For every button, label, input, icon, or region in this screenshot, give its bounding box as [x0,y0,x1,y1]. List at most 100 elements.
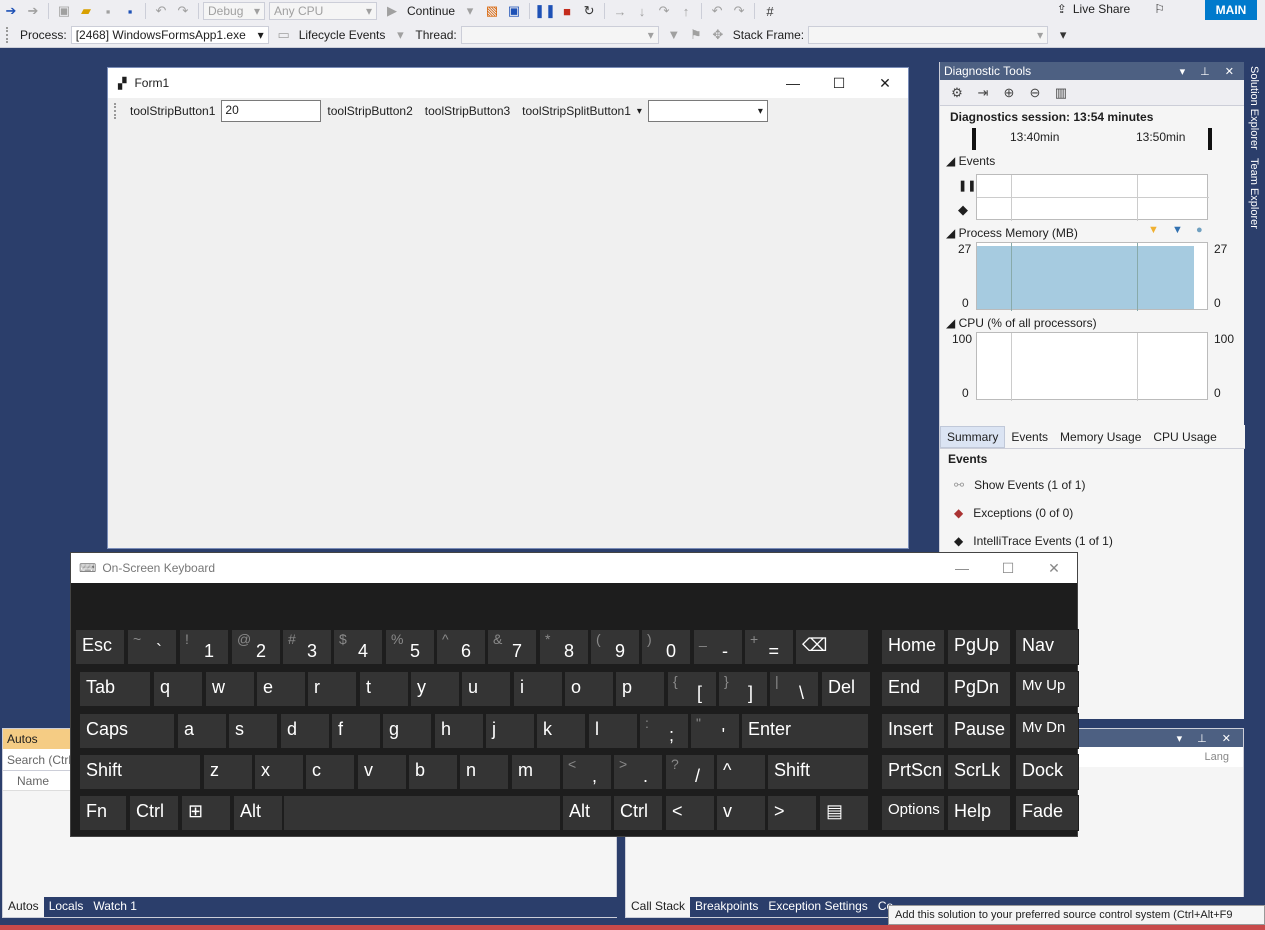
tab-team-explorer[interactable]: Team Explorer [1246,154,1262,233]
timeline-start-marker[interactable] [972,128,976,150]
main-badge[interactable]: MAIN [1205,0,1257,20]
events-track[interactable] [976,174,1209,221]
key->.[interactable]: >. [613,754,663,790]
overflow-icon[interactable]: ▾ [1054,26,1072,44]
key-q[interactable]: q [153,671,203,707]
key-&7[interactable]: & 7 [487,629,537,665]
toolstrip-combobox[interactable]: ▾ [647,100,768,122]
key-i[interactable]: i [513,671,563,707]
key-ctrl[interactable]: Ctrl [129,795,179,831]
key-▤[interactable]: ▤ [819,795,869,831]
key-~`[interactable]: ~ ` [127,629,177,665]
zoom-out-icon[interactable]: ⊖ [1024,83,1046,103]
stack-frame-dropdown[interactable]: ▾ [808,25,1049,44]
close-icon[interactable]: ✕ [1031,560,1077,577]
stop-icon[interactable]: ■ [558,2,576,20]
key-mv-dn[interactable]: Mv Dn [1015,713,1079,749]
events-section-header[interactable]: ◢ Events [940,150,1244,168]
key-o[interactable]: o [564,671,614,707]
key-%5[interactable]: % 5 [385,629,435,665]
key-@2[interactable]: @2 [231,629,281,665]
tab-solution-explorer[interactable]: Solution Explorer [1246,62,1262,154]
gear-icon[interactable]: ⚙ [946,83,968,103]
key-a[interactable]: a [177,713,227,749]
undo-icon[interactable]: ↶ [708,2,726,20]
chart-icon[interactable]: ▥ [1050,83,1072,103]
key-help[interactable]: Help [947,795,1011,831]
save-icon[interactable]: ▪ [99,2,117,20]
toolstrip-textbox[interactable]: 20 [221,100,322,122]
key-d[interactable]: d [280,713,330,749]
timeline-ruler[interactable]: 13:40min 13:50min [950,128,1234,150]
intellitrace-events-link[interactable]: ◆ IntelliTrace Events (1 of 1) [954,534,1113,548]
key-g[interactable]: g [382,713,432,749]
key-fn[interactable]: Fn [79,795,127,831]
back-icon[interactable]: ➔ [2,2,20,20]
key-h[interactable]: h [434,713,484,749]
process-dropdown[interactable]: [2468] WindowsFormsApp1.exe ▾ [70,25,269,44]
key-{[[interactable]: {[ [667,671,717,707]
open-folder-icon[interactable]: ▰ [77,2,95,20]
key-+=[interactable]: + = [744,629,794,665]
key-esc[interactable]: Esc [75,629,125,665]
new-project-icon[interactable]: ▣ [55,2,73,20]
key-z[interactable]: z [203,754,253,790]
minimize-icon[interactable]: — [770,75,816,92]
key-dock[interactable]: Dock [1015,754,1079,790]
key-s[interactable]: s [228,713,278,749]
key-n[interactable]: n [459,754,509,790]
toolstrip-button-1[interactable]: toolStripButton1 [124,104,221,118]
key-t[interactable]: t [359,671,409,707]
maximize-icon[interactable]: ☐ [985,560,1031,577]
feedback-icon[interactable]: ⚐ [1154,2,1165,16]
step-out-icon[interactable]: ↑ [677,2,695,20]
key-j[interactable]: j [485,713,535,749]
key-}][interactable]: }] [718,671,768,707]
key-p[interactable]: p [615,671,665,707]
key-caps[interactable]: Caps [79,713,175,749]
key-del[interactable]: Del [821,671,871,707]
key-:;[interactable]: :; [639,713,689,749]
tab-cpu-usage[interactable]: CPU Usage [1147,427,1222,447]
key->[interactable]: > [767,795,817,831]
tab-call-stack[interactable]: Call Stack [626,897,691,917]
screenshot-icon[interactable]: ▣ [505,2,523,20]
step-into-icon[interactable]: ↓ [633,2,651,20]
pause-icon[interactable]: ❚❚ [534,2,556,20]
key-⊞[interactable]: ⊞ [181,795,231,831]
maximize-icon[interactable]: ☐ [816,75,862,92]
memory-section-header[interactable]: ◢ Process Memory (MB) [940,222,1078,240]
key-u[interactable]: u [461,671,511,707]
key-<,[interactable]: <, [562,754,612,790]
key-^[interactable]: ^ [716,754,766,790]
key-pause[interactable]: Pause [947,713,1011,749]
minimize-icon[interactable]: — [939,560,985,577]
key-l[interactable]: l [588,713,638,749]
undo-icon[interactable]: ↶ [152,2,170,20]
key-end[interactable]: End [881,671,945,707]
diagnostic-tools-titlebar[interactable]: Diagnostic Tools ▾ ⊥ ✕ [940,62,1244,80]
redo-icon[interactable]: ↷ [174,2,192,20]
comment-icon[interactable]: # [761,2,779,20]
thread-dropdown[interactable]: ▾ [460,25,659,44]
key-pgdn[interactable]: PgDn [947,671,1011,707]
key-y[interactable]: y [410,671,460,707]
tab-breakpoints[interactable]: Breakpoints [690,897,763,917]
key-x[interactable]: x [254,754,304,790]
osk-titlebar[interactable]: ⌨ On-Screen Keyboard — ☐ ✕ [71,553,1077,583]
tab-locals[interactable]: Locals [44,897,89,917]
chevron-down-icon[interactable]: ▾ [637,106,642,117]
key-enter[interactable]: Enter [741,713,869,749]
export-icon[interactable]: ⇥ [972,83,994,103]
key-c[interactable]: c [305,754,355,790]
key-?/[interactable]: ? / [665,754,715,790]
key-⌫[interactable]: ⌫ [795,629,869,665]
chevron-down-icon[interactable]: ▾ [391,26,409,44]
key-)0[interactable]: ) 0 [641,629,691,665]
key-|\[interactable]: | \ [769,671,819,707]
tab-exception-settings[interactable]: Exception Settings [763,897,872,917]
key-tab[interactable]: Tab [79,671,151,707]
live-share-button[interactable]: ⇪ Live Share ⚐ [1057,2,1165,16]
key-shift[interactable]: Shift [79,754,201,790]
zoom-in-icon[interactable]: ⊕ [998,83,1020,103]
